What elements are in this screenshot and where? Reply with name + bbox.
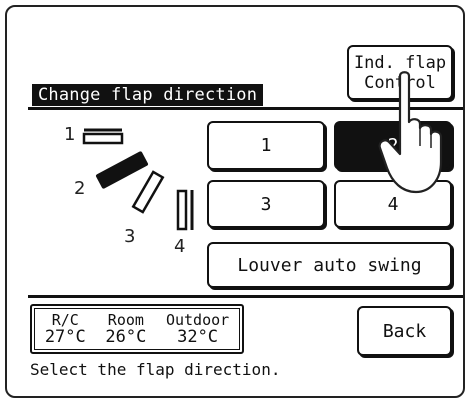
- flap-position-1-button[interactable]: 1: [207, 121, 325, 170]
- louver-auto-swing-label: Louver auto swing: [237, 254, 422, 276]
- flap-position-3-button[interactable]: 3: [207, 180, 325, 228]
- flap-label-3: 3: [124, 226, 136, 247]
- back-button-label: Back: [382, 320, 427, 342]
- flap-1-shape: [82, 132, 124, 145]
- flap-position-1-label: 1: [260, 135, 272, 156]
- flap-position-3-label: 3: [260, 193, 272, 215]
- outdoor-temperature-value: 32°C: [177, 327, 219, 347]
- flap-label-1: 1: [64, 124, 76, 145]
- pointing-hand-icon: [378, 70, 458, 200]
- screen-title: Change flap direction: [32, 84, 264, 106]
- outdoor-temperature: Outdoor 32°C: [166, 312, 229, 346]
- louver-auto-swing-button[interactable]: Louver auto swing: [207, 242, 452, 288]
- flap-direction-diagram: 1 2 3 4: [40, 118, 210, 273]
- flap-3-shape: [131, 170, 165, 214]
- flap-4-shape: [176, 189, 188, 231]
- status-message: Select the flap direction.: [30, 360, 281, 379]
- room-temperature-value: 26°C: [105, 327, 147, 347]
- footer-divider: [28, 295, 463, 298]
- rc-temperature: R/C 27°C: [45, 312, 86, 346]
- temperature-display-inner: R/C 27°C Room 26°C Outdoor 32°C: [34, 308, 240, 350]
- back-button[interactable]: Back: [357, 306, 452, 356]
- rc-temperature-value: 27°C: [44, 327, 86, 347]
- temperature-display: R/C 27°C Room 26°C Outdoor 32°C: [30, 304, 244, 354]
- flap-label-4: 4: [174, 236, 186, 257]
- flap-label-2: 2: [74, 178, 86, 199]
- flap-2-shape: [95, 151, 149, 189]
- room-temperature: Room 26°C: [105, 312, 146, 346]
